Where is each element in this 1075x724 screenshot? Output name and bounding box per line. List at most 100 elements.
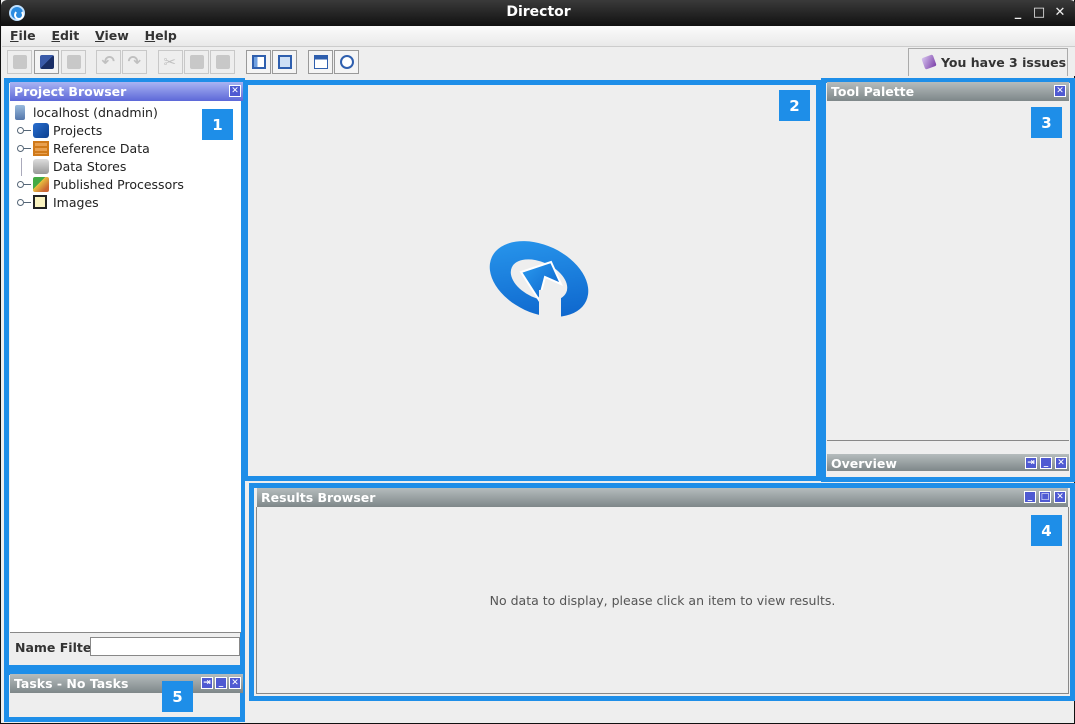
results-empty-message: No data to display, please click an item… [489,593,836,608]
projects-icon [33,123,49,138]
minimize-panel-button[interactable]: _ [1040,457,1052,469]
fit-icon [277,55,292,69]
menu-file[interactable]: File [2,26,40,43]
menu-help-label: elp [155,28,177,43]
print-button[interactable] [61,50,86,74]
minimize-panel-button[interactable]: _ [1024,491,1036,503]
maximize-window-button[interactable]: □ [1032,5,1046,20]
expand-toggle[interactable] [17,199,31,206]
name-filter-input[interactable] [90,637,240,656]
menu-file-mnemonic: F [10,28,19,43]
dock-panel-button[interactable]: ⇥ [201,677,213,689]
data-stores-icon [33,159,49,174]
layout-icon [251,55,266,69]
expand-toggle[interactable] [17,127,31,134]
tool-palette-title: Tool Palette [831,84,915,99]
scissors-icon: ✂ [163,53,177,71]
menu-help-mnemonic: H [144,28,156,43]
tree-item-label: Published Processors [53,177,184,192]
tree-item-label: Data Stores [53,159,127,174]
find-button[interactable] [334,50,359,74]
close-panel-button[interactable]: ✕ [229,85,241,97]
close-panel-button[interactable]: ✕ [229,677,241,689]
menu-help[interactable]: Help [137,26,181,43]
tree-item-images[interactable]: Images [13,194,184,212]
region-badge-2: 2 [779,90,810,121]
results-browser-header: Results Browser _ □ ✕ [257,488,1068,507]
results-browser-title: Results Browser [261,490,376,505]
issues-label: You have 3 issues [941,55,1067,70]
overview-title: Overview [831,456,897,471]
server-icon [15,105,25,120]
layout-button[interactable] [246,50,271,74]
menu-edit-mnemonic: E [51,28,60,43]
overview-header: Overview ⇥ _ ✕ [827,454,1069,473]
tree-root-label: localhost (dnadmin) [33,105,158,120]
tree-item-data-stores[interactable]: Data Stores [13,158,184,176]
project-tree: localhost (dnadmin) Projects Reference D… [13,104,184,212]
project-browser-title: Project Browser [14,84,127,99]
redo-icon: ↷ [127,52,141,71]
menu-view-label: iew [104,28,129,43]
cut-button[interactable]: ✂ [158,50,183,74]
maximize-panel-button[interactable]: □ [1039,491,1051,503]
tree-root-localhost[interactable]: localhost (dnadmin) [13,104,184,122]
copy-icon [189,55,204,69]
published-processors-icon [33,177,49,192]
name-filter-row: Name Filter [10,632,241,660]
region-badge-3: 3 [1031,107,1062,138]
minimize-window-button[interactable]: _ [1011,5,1025,20]
close-panel-button[interactable]: ✕ [1055,457,1067,469]
toolbar: ↶ ↷ ✂ You have 3 issues [2,46,1075,76]
expand-toggle[interactable] [17,145,31,152]
tool-palette-body [827,101,1069,441]
close-panel-button[interactable]: ✕ [1054,85,1066,97]
minimize-panel-button[interactable]: _ [215,677,227,689]
undo-icon: ↶ [101,52,115,71]
tree-item-reference-data[interactable]: Reference Data [13,140,184,158]
menu-edit[interactable]: Edit [43,26,83,43]
floppy-disk-icon [12,55,27,69]
magnifier-icon [339,55,354,69]
region-badge-5: 5 [162,681,193,712]
images-icon [33,195,47,209]
menu-file-label: ile [18,28,36,43]
tree-item-label: Reference Data [53,141,150,156]
dock-panel-button[interactable]: ⇥ [1025,457,1037,469]
issues-indicator[interactable]: You have 3 issues [908,48,1068,76]
menu-view-mnemonic: V [95,28,105,43]
tree-connector [21,158,22,176]
menu-bar: File Edit View Help [2,26,1075,46]
calendar-icon [313,55,328,69]
tree-item-label: Projects [53,123,103,138]
tasks-header: Tasks - No Tasks ⇥ _ ✕ [10,674,243,693]
tree-item-published-processors[interactable]: Published Processors [13,176,184,194]
copy-button[interactable] [184,50,209,74]
close-window-button[interactable]: ✕ [1053,5,1067,20]
print-icon [66,55,81,69]
region-badge-1: 1 [202,109,233,140]
redo-button[interactable]: ↷ [122,50,147,74]
fit-canvas-button[interactable] [272,50,297,74]
tree-item-label: Images [53,195,99,210]
calendar-button[interactable] [308,50,333,74]
director-window: Director _ □ ✕ File Edit View Help ↶ ↷ ✂… [0,0,1075,724]
paste-icon [215,55,230,69]
save-button[interactable] [7,50,32,74]
name-filter-label: Name Filter [15,640,98,655]
save-all-icon [39,55,54,69]
window-title: Director [506,4,571,20]
close-panel-button[interactable]: ✕ [1054,491,1066,503]
undo-button[interactable]: ↶ [96,50,121,74]
reference-data-icon [33,141,49,156]
save-all-button[interactable] [34,50,59,74]
project-browser-header: Project Browser ✕ [10,82,243,101]
menu-view[interactable]: View [87,26,133,43]
clipboard-icon [921,54,937,70]
director-logo-icon [489,241,589,320]
expand-toggle[interactable] [17,181,31,188]
tree-item-projects[interactable]: Projects [13,122,184,140]
tool-palette-header: Tool Palette ✕ [827,82,1069,101]
menu-edit-label: dit [59,28,80,43]
paste-button[interactable] [210,50,235,74]
